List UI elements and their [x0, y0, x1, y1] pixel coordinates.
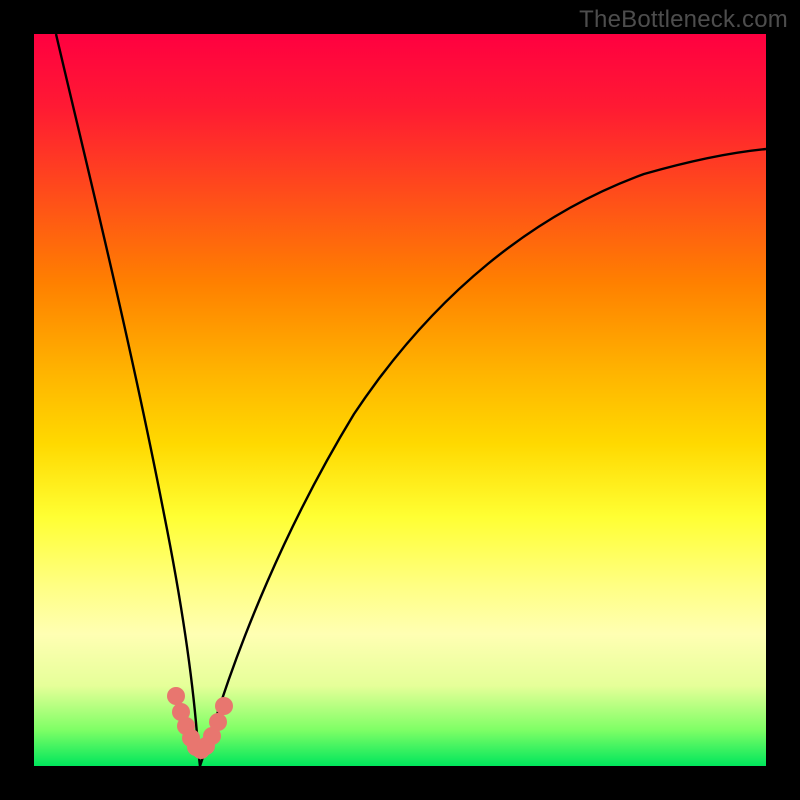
marker-dot [209, 713, 227, 731]
marker-dot [167, 687, 185, 705]
bottleneck-curve-left [56, 34, 200, 766]
curve-layer [34, 34, 766, 766]
bottleneck-curve-right [200, 149, 766, 766]
watermark-text: TheBottleneck.com [579, 6, 788, 34]
outer-frame: TheBottleneck.com [0, 0, 800, 800]
marker-dot [215, 697, 233, 715]
